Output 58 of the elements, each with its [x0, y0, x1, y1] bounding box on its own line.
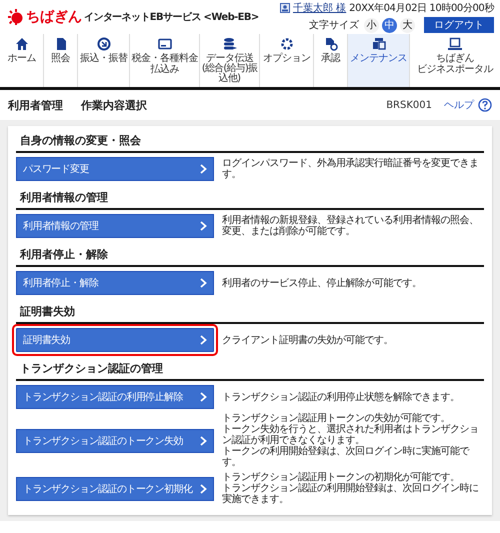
- sun-logo-icon: [8, 9, 24, 25]
- database-icon: [222, 37, 236, 51]
- logout-button[interactable]: ログアウト: [424, 17, 494, 33]
- description-text: 利用者情報の新規登録、登録されている利用者情報の照会、変更、または削除が可能です。: [222, 215, 480, 237]
- user-name-link[interactable]: 千葉太郎 様: [292, 1, 346, 15]
- menu-button[interactable]: トランザクション認証のトークン失効: [16, 428, 214, 452]
- nav-tab[interactable]: データ伝送 (総合(給与)振込他): [200, 34, 260, 87]
- nav-tab[interactable]: オプション: [260, 34, 314, 87]
- section-heading: 利用者停止・解除: [16, 242, 484, 267]
- date-time: 20XX年04月02日 10時00分00秒: [349, 2, 494, 15]
- help-icon: [478, 98, 492, 112]
- menu-button[interactable]: トランザクション認証のトークン初期化: [16, 476, 214, 500]
- description-text: トランザクション認証の利用開始登録は、次回ログイン時に実施できます。: [222, 483, 480, 505]
- nav-tab[interactable]: メンテナンス: [348, 34, 410, 87]
- screen-id: BRSK001: [386, 100, 432, 110]
- text-size-button[interactable]: 中: [382, 18, 397, 32]
- menu-button[interactable]: パスワード変更: [16, 157, 214, 181]
- description-text: クライアント証明書の失効が可能です。: [222, 334, 393, 346]
- card-icon: [158, 37, 172, 51]
- chevron-right-icon: [200, 436, 207, 446]
- nav-tab[interactable]: 照会: [44, 34, 78, 87]
- tab-sublabel: (総合(給与)振込他): [200, 64, 258, 84]
- chevron-right-icon: [200, 164, 207, 174]
- chevron-right-icon: [200, 221, 207, 231]
- text-size-button[interactable]: 大: [400, 18, 415, 32]
- nav-tab[interactable]: 振込・振替: [78, 34, 130, 87]
- text-size-label: 文字サイズ: [309, 18, 359, 32]
- user-card-icon: [280, 3, 290, 13]
- description-text: トランザクション認証用トークンの失効が可能です。: [222, 413, 451, 424]
- description-text: 利用者のサービス停止、停止解除が可能です。: [222, 278, 422, 288]
- page-title: 利用者管理: [8, 98, 63, 112]
- home-icon: [14, 37, 28, 51]
- nav-tab[interactable]: ちばぎん ビジネスポータル: [410, 34, 500, 87]
- section-heading: 自身の情報の変更・照会: [16, 128, 484, 153]
- page-title: 作業内容選択: [81, 98, 147, 112]
- chevron-right-icon: [200, 484, 207, 494]
- menu-button[interactable]: 利用者停止・解除: [16, 271, 214, 295]
- description-text: トークンの利用開始登録は、次回ログイン時に実施可能です。: [222, 446, 470, 468]
- stamp-document-icon: [324, 37, 338, 51]
- nav-tab[interactable]: ホーム: [0, 34, 44, 87]
- chevron-right-icon: [200, 392, 207, 402]
- bank-logo: ちばぎん: [26, 8, 82, 26]
- chevron-right-icon: [200, 335, 207, 345]
- text-size-button[interactable]: 小: [364, 18, 379, 32]
- chevron-right-icon: [200, 278, 207, 288]
- section-heading: 利用者情報の管理: [16, 185, 484, 210]
- description-text: ログインパスワード、外為用承認実行暗証番号を変更できます。: [222, 158, 480, 180]
- description-text: トランザクション認証用トークンの初期化が可能です。: [222, 472, 460, 483]
- menu-button[interactable]: トランザクション認証の利用停止解除: [16, 385, 214, 409]
- laptop-icon: [448, 37, 462, 51]
- help-link[interactable]: ヘルプ: [444, 98, 474, 112]
- description-text: トランザクション認証の利用停止状態を解除できます。: [222, 392, 460, 402]
- description-text: トークン失効を行うと、選択された利用者はトランザクション認証が利用できなくなります。: [222, 424, 480, 446]
- menu-button[interactable]: 利用者情報の管理: [16, 214, 214, 238]
- gear-icon: [280, 37, 294, 51]
- nav-tab[interactable]: 税金・各種料金 払込み: [130, 34, 200, 87]
- section-heading: トランザクション認証の管理: [16, 356, 484, 381]
- service-name: インターネットEBサービス <Web-EB>: [84, 10, 259, 24]
